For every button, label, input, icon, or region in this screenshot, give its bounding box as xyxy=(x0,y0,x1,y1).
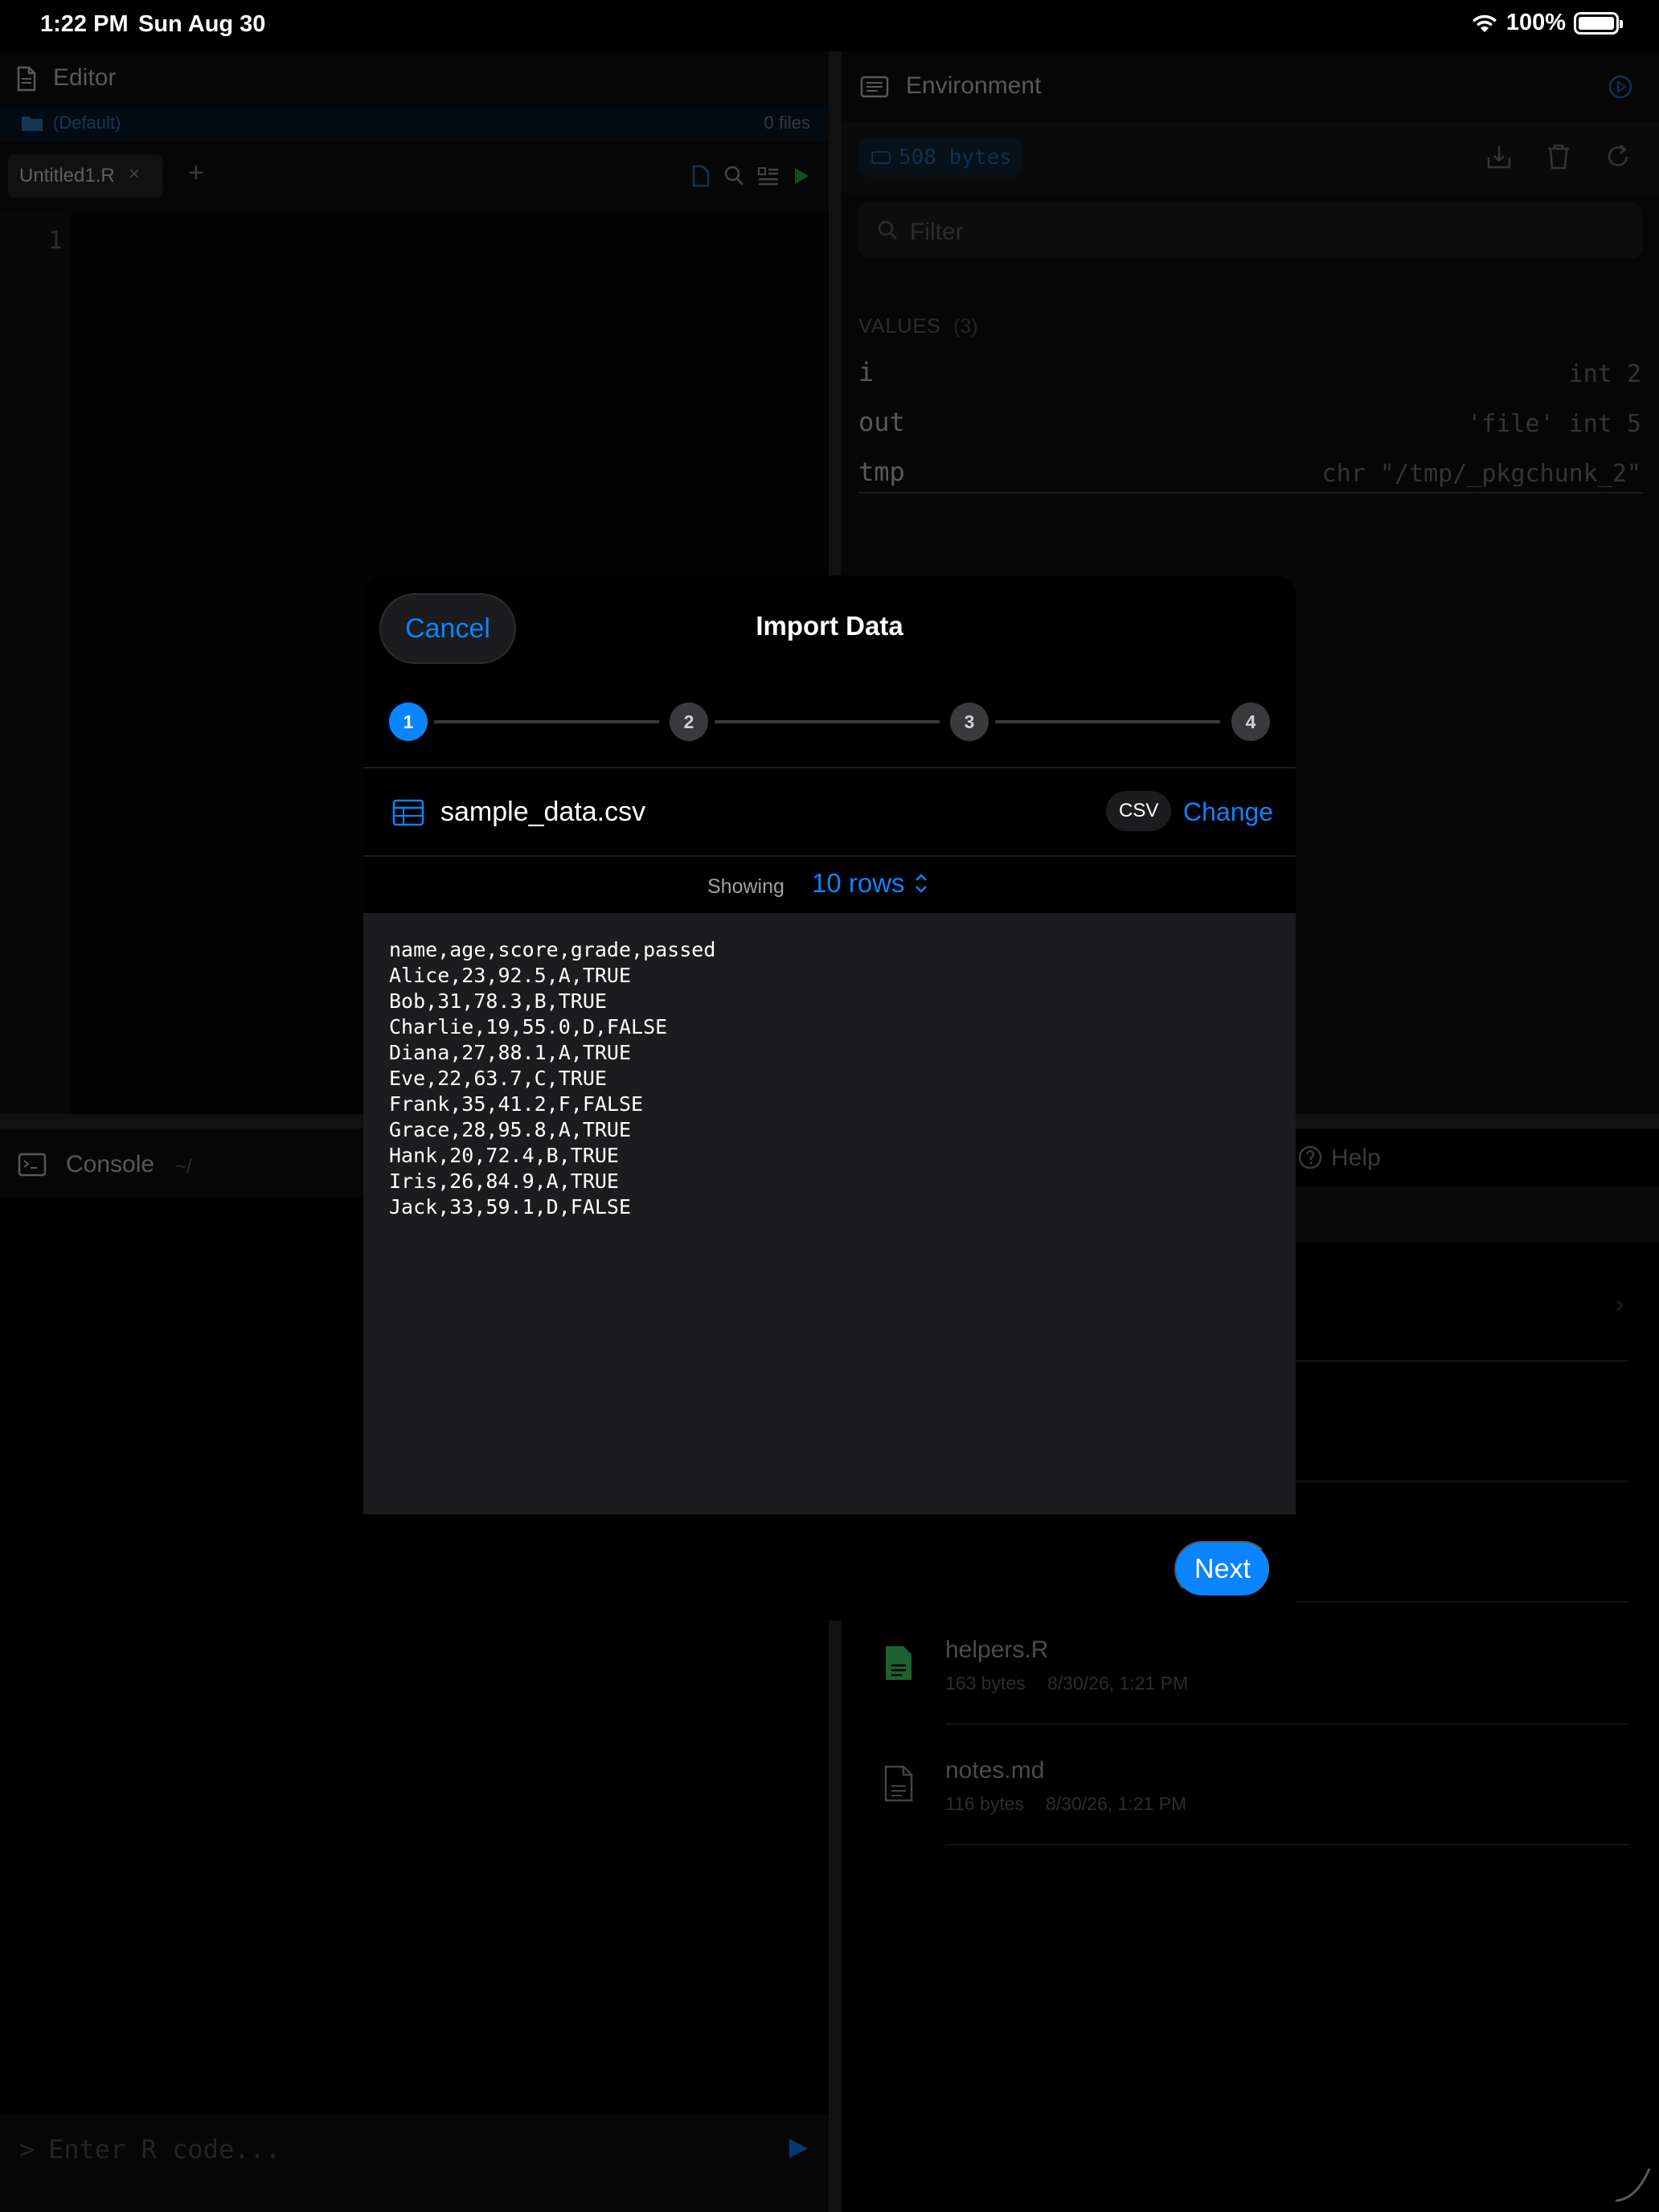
divider xyxy=(363,855,1296,857)
showing-label: Showing xyxy=(707,875,784,898)
step-connector xyxy=(995,720,1220,723)
next-button[interactable]: Next xyxy=(1174,1541,1271,1597)
battery-percent: 100% xyxy=(1505,10,1566,35)
status-indicators: 100% xyxy=(1471,10,1623,36)
divider xyxy=(363,767,1296,768)
file-type-badge: CSV xyxy=(1106,791,1172,831)
status-time: 1:22 PM xyxy=(40,11,129,37)
preview-line: Frank,35,41.2,F,FALSE xyxy=(389,1092,644,1116)
preview-line: Grace,28,95.8,A,TRUE xyxy=(389,1118,632,1141)
preview-line: Bob,31,78.3,B,TRUE xyxy=(389,989,607,1013)
step-indicator: 1 2 3 4 xyxy=(389,703,1270,741)
step-1: 1 xyxy=(389,703,428,741)
preview-line: Iris,26,84.9,A,TRUE xyxy=(389,1169,619,1193)
table-icon xyxy=(392,799,424,826)
chevron-up-down-icon xyxy=(915,874,927,893)
battery-fill xyxy=(1579,16,1614,30)
preview-line: name,age,score,grade,passed xyxy=(389,938,716,961)
rows-selector-value: 10 rows xyxy=(812,868,905,898)
status-date: Sun Aug 30 xyxy=(138,11,266,37)
step-connector xyxy=(715,720,940,723)
file-preview[interactable]: name,age,score,grade,passed Alice,23,92.… xyxy=(363,913,1296,1514)
status-bar: 1:22 PM Sun Aug 30 100% xyxy=(0,0,1659,51)
step-3: 3 xyxy=(950,703,989,741)
preview-line: Alice,23,92.5,A,TRUE xyxy=(389,964,632,987)
step-4: 4 xyxy=(1231,703,1270,741)
change-file-button[interactable]: Change xyxy=(1183,797,1273,827)
preview-line: Charlie,19,55.0,D,FALSE xyxy=(389,1015,668,1038)
preview-line: Diana,27,88.1,A,TRUE xyxy=(389,1041,632,1064)
step-2: 2 xyxy=(670,703,708,741)
import-data-dialog: Cancel Import Data 1 2 3 4 sample_data.c… xyxy=(363,576,1296,1620)
preview-line: Jack,33,59.1,D,FALSE xyxy=(389,1195,632,1219)
wifi-icon xyxy=(1472,14,1497,32)
preview-line: Eve,22,63.7,C,TRUE xyxy=(389,1067,607,1090)
preview-line: Hank,20,72.4,B,TRUE xyxy=(389,1144,619,1167)
selected-file-name: sample_data.csv xyxy=(440,797,646,827)
step-connector xyxy=(434,720,659,723)
rows-selector[interactable]: 10 rows xyxy=(812,868,929,899)
dialog-title: Import Data xyxy=(756,611,903,641)
battery-icon xyxy=(1574,11,1623,35)
